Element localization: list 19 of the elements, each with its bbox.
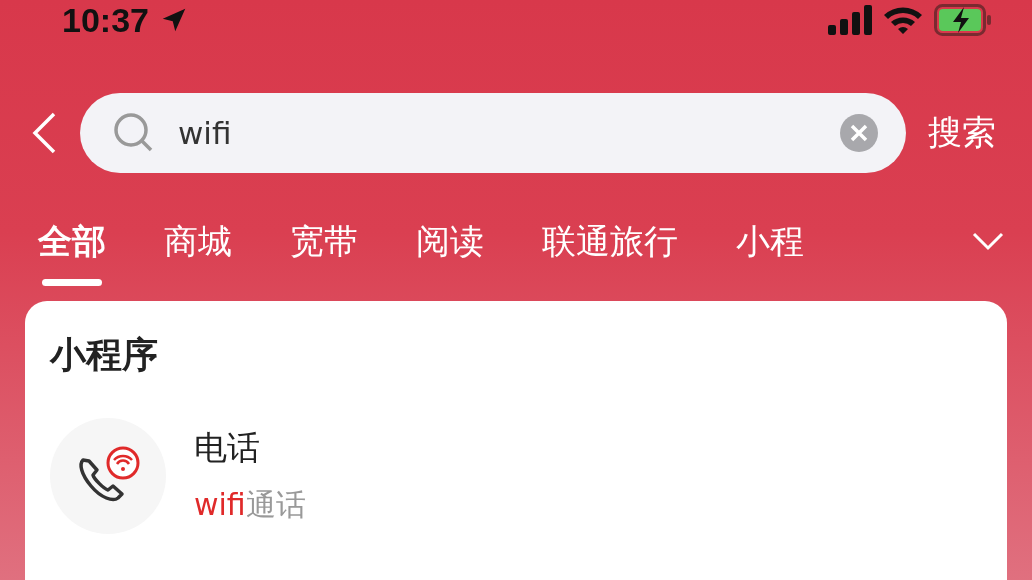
search-input[interactable]: wifi [178, 115, 818, 151]
category-tab[interactable]: 小程 [736, 219, 804, 265]
status-time: 10:37 [62, 0, 149, 40]
category-tab[interactable]: 阅读 [416, 219, 484, 265]
battery-charging-icon [934, 4, 992, 36]
category-tab[interactable]: 宽带 [290, 219, 358, 265]
category-tab[interactable]: 商城 [164, 219, 232, 265]
item-title: 电话 [194, 427, 261, 469]
search-field[interactable]: wifi [80, 93, 906, 173]
clear-icon[interactable] [840, 114, 878, 152]
search-button[interactable]: 搜索 [928, 110, 996, 156]
item-subtitle: wifi通话 [194, 486, 306, 524]
category-tab[interactable]: 全部 [38, 219, 106, 286]
category-tab[interactable]: 联通旅行 [542, 219, 678, 265]
signal-icon [828, 5, 872, 35]
section-title: 小程序 [50, 333, 159, 377]
chevron-down-icon[interactable] [972, 231, 1004, 251]
wifi-icon [882, 5, 924, 35]
back-icon[interactable] [30, 111, 58, 155]
